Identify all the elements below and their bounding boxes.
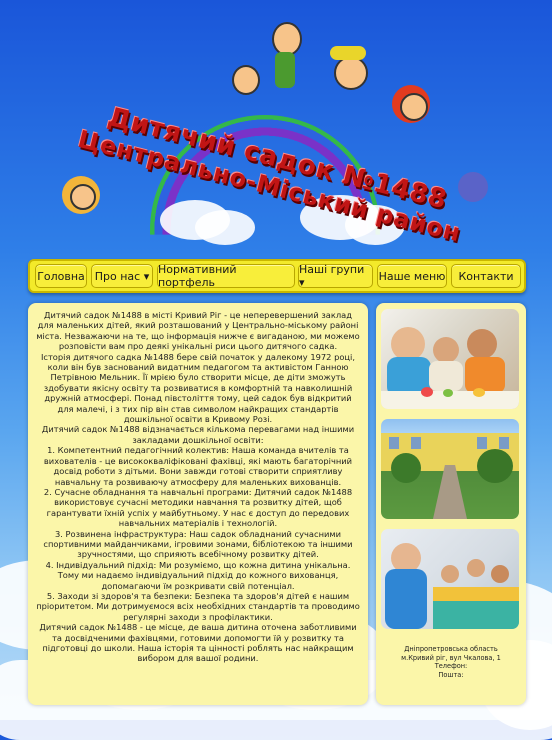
boy-thumbs-up-photo [381, 529, 519, 629]
article-list-item: 1. Компетентний педагогічний колектив: Н… [43, 445, 353, 487]
article-paragraph: Історія дитячого садка №1488 бере свій п… [40, 351, 356, 425]
fox-character [458, 172, 488, 202]
nav-about-dropdown[interactable]: Про нас ▾ [91, 264, 153, 288]
nav-normative-portfolio[interactable]: Нормативний портфель [157, 263, 295, 289]
article-paragraph: Дитячий садок №1488 - це місце, де ваша … [39, 622, 357, 664]
article-list-item: 4. Індивідуальний підхід: Ми розуміємо, … [45, 559, 351, 591]
site-header: Дитячий садок №1488 Центрально-Міський р… [0, 0, 552, 255]
article-paragraph: Дитячий садок №1488 в місті Кривий Ріг -… [36, 310, 360, 352]
main-navigation: Головна Про нас ▾ Нормативний портфель Н… [28, 259, 526, 293]
kids-playing-photo [381, 309, 519, 409]
article-paragraph: Дитячий садок №1488 відзначається кілько… [41, 424, 355, 445]
contact-address: м.Кривий ріг, вул Чкалова, 1 [401, 653, 501, 662]
contact-region: Дніпропетровська область [404, 645, 498, 653]
nav-groups-dropdown[interactable]: Наші групи ▾ [298, 263, 373, 289]
nav-home[interactable]: Головна [35, 264, 87, 288]
nav-contacts[interactable]: Контакти [451, 264, 521, 288]
saxophone-character [232, 65, 260, 95]
contact-phone-label: Телефон: [434, 662, 468, 671]
article-list-item: 5. Заходи зі здоров'я та безпеки: Безпек… [36, 590, 360, 622]
contact-info: Дніпропетровська область м.Кривий ріг, в… [376, 645, 526, 679]
article-list-item: 3. Розвинена інфраструктура: Наш садок о… [43, 528, 353, 560]
boy-character [272, 22, 302, 56]
nav-menu[interactable]: Наше меню [377, 264, 447, 288]
contact-mail-label: Пошта: [438, 670, 464, 679]
main-article: Дитячий садок №1488 в місті Кривий Ріг -… [36, 310, 360, 664]
main-content-panel: Дитячий садок №1488 в місті Кривий Ріг -… [28, 303, 368, 705]
guitar-character [334, 56, 368, 90]
article-list-item: 2. Сучасне обладнання та навчальні прогр… [43, 486, 353, 529]
sidebar-panel: Дніпропетровська область м.Кривий ріг, в… [376, 303, 526, 705]
kindergarten-yard-photo [381, 419, 519, 519]
